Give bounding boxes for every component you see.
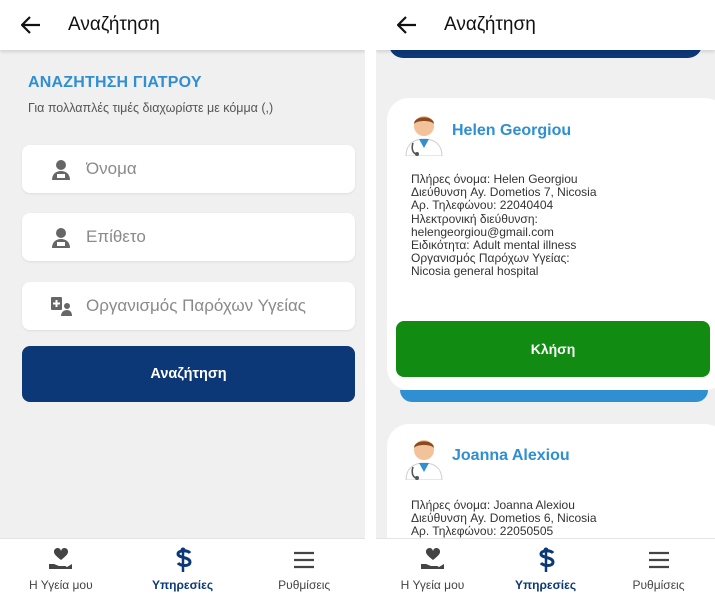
doctor-name: Joanna Alexiou	[452, 447, 570, 464]
arrow-left-icon	[397, 16, 416, 34]
search-screen: Αναζήτηση ΑΝΑΖΗΤΗΣΗ ΓΙΑΤΡΟΥ Για πολλαπλέ…	[0, 0, 365, 599]
doctor-details: Πλήρες όνομα: Helen Georgiou Διεύθυνση A…	[411, 172, 597, 279]
card-bottom-edge	[400, 390, 708, 402]
hand-heart-icon	[420, 547, 446, 573]
doctor-card: Helen Georgiou Πλήρες όνομα: Helen Georg…	[387, 98, 715, 390]
detail-line: Αρ. Τηλεφώνου: 22050505	[411, 524, 554, 539]
nav-item-settings[interactable]: Ρυθμίσεις	[243, 539, 365, 599]
page-title: Αναζήτηση	[444, 14, 536, 35]
nav-item-services[interactable]: Υπηρεσίες	[489, 539, 602, 599]
medical-services-icon	[173, 547, 193, 573]
bottom-nav: Η Υγεία μου Υπηρεσίες Ρυθμίσεις	[0, 538, 365, 599]
bottom-nav: Η Υγεία μου Υπηρεσίες Ρυθμίσεις	[376, 538, 715, 599]
search-button[interactable]: Αναζήτηση	[22, 346, 355, 402]
nav-label: Η Υγεία μου	[29, 578, 93, 592]
back-button[interactable]	[20, 14, 42, 36]
search-hint: Για πολλαπλές τιμές διαχωρίστε με κόμμα …	[28, 101, 274, 115]
provider-input[interactable]	[86, 296, 336, 316]
last-name-field[interactable]	[22, 213, 355, 261]
nav-item-services[interactable]: Υπηρεσίες	[122, 539, 244, 599]
nav-label: Υπηρεσίες	[514, 578, 577, 592]
nav-label: Η Υγεία μου	[400, 578, 465, 592]
menu-icon	[648, 547, 670, 573]
detail-line: Αρ. Τηλεφώνου: 22040404	[411, 198, 554, 213]
doctor-person-icon	[50, 226, 72, 248]
back-button[interactable]	[396, 14, 418, 36]
detail-line: Nicosia general hospital	[411, 264, 539, 279]
search-heading: ΑΝΑΖΗΤΗΣΗ ΓΙΑΤΡΟΥ	[28, 74, 202, 91]
page-title: Αναζήτηση	[68, 14, 160, 35]
nav-label: Υπηρεσίες	[151, 578, 214, 592]
doctor-name: Helen Georgiou	[452, 122, 572, 139]
hand-heart-icon	[48, 547, 74, 573]
doctor-details: Πλήρες όνομα: Joanna Alexiou Διεύθυνση A…	[411, 498, 597, 539]
app-bar: Αναζήτηση	[0, 0, 365, 50]
arrow-left-icon	[21, 16, 40, 34]
nav-item-my-health[interactable]: Η Υγεία μου	[0, 539, 122, 599]
doctor-person-icon	[50, 158, 72, 180]
last-name-input[interactable]	[86, 227, 336, 247]
nav-label: Ρυθμίσεις	[632, 578, 685, 592]
doctor-avatar-icon	[405, 116, 443, 156]
menu-icon	[293, 547, 315, 573]
call-button[interactable]: Κλήση	[396, 321, 710, 377]
nav-label: Ρυθμίσεις	[278, 578, 331, 592]
nav-item-my-health[interactable]: Η Υγεία μου	[376, 539, 489, 599]
first-name-input[interactable]	[86, 159, 336, 179]
nav-item-settings[interactable]: Ρυθμίσεις	[602, 539, 715, 599]
hospital-badge-icon	[50, 295, 72, 317]
first-name-field[interactable]	[22, 145, 355, 193]
results-screen: Αναζήτηση Helen Georgiou Πλήρες όνομα: H…	[376, 0, 715, 599]
medical-services-icon	[536, 547, 556, 573]
doctor-avatar-icon	[405, 440, 443, 480]
app-bar: Αναζήτηση	[376, 0, 715, 50]
detail-line: Ηλεκτρονική διεύθυνση:	[411, 211, 538, 226]
provider-field[interactable]	[22, 282, 355, 330]
